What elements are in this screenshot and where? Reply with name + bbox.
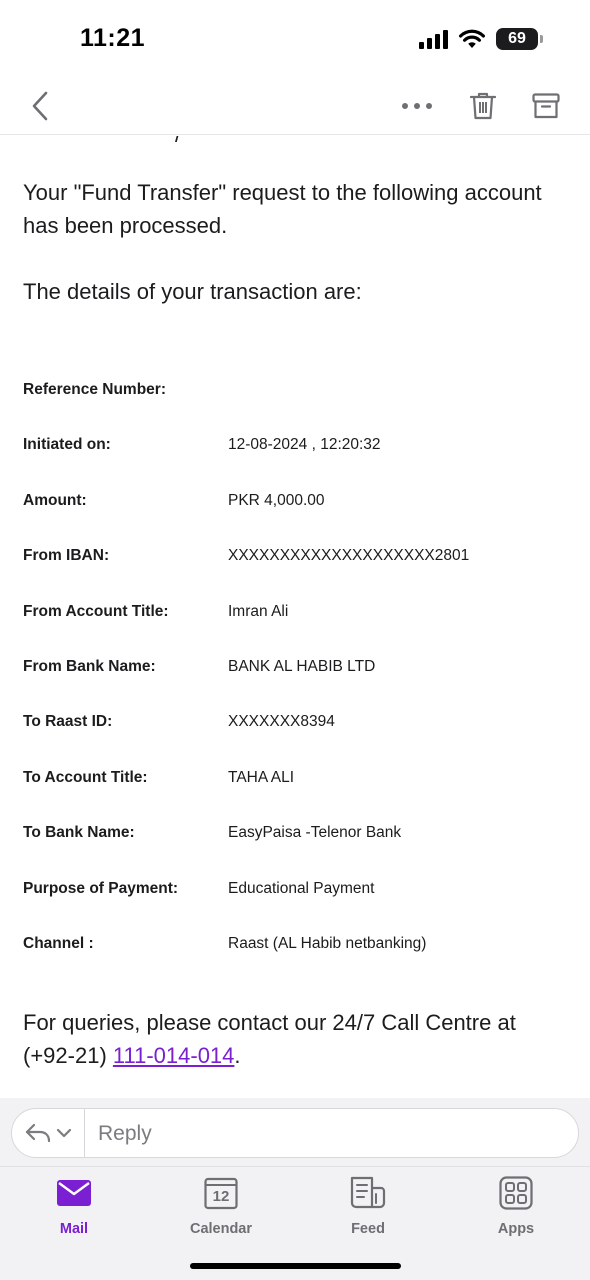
row-label: To Bank Name: (23, 824, 135, 841)
more-icon (402, 103, 432, 109)
archive-icon (532, 93, 560, 119)
row-label: To Account Title: (23, 769, 148, 786)
reply-arrow-icon (25, 1123, 51, 1143)
tab-mail[interactable]: Mail (19, 1175, 129, 1237)
tab-label-calendar: Calendar (189, 1221, 253, 1237)
chevron-down-icon (56, 1128, 72, 1138)
home-indicator[interactable] (190, 1263, 401, 1269)
row-value: Imran Ali (228, 603, 289, 620)
tab-label-mail: Mail (59, 1221, 89, 1237)
reply-placeholder: Reply (98, 1122, 152, 1145)
intro-paragraph: Your "Fund Transfer" request to the foll… (23, 180, 542, 238)
calendar-day: 12 (212, 1188, 230, 1205)
chevron-left-icon (32, 91, 48, 121)
apps-icon (496, 1175, 536, 1211)
email-toolbar (0, 80, 590, 135)
details-heading: The details of your transaction are: (23, 279, 362, 304)
status-time: 11:21 (80, 24, 146, 52)
tab-calendar[interactable]: 12 Calendar (166, 1175, 276, 1237)
reply-bar: Reply (0, 1098, 590, 1166)
reply-field[interactable]: Reply (11, 1108, 579, 1158)
tab-label-apps: Apps (497, 1221, 535, 1237)
status-icons: 69 (419, 28, 543, 50)
partial-text-line: / (175, 136, 181, 148)
more-button[interactable] (397, 86, 437, 126)
archive-button[interactable] (526, 86, 566, 126)
row-label: Reference Number: (23, 381, 166, 398)
row-label: Channel : (23, 935, 94, 952)
row-value: EasyPaisa -Telenor Bank (228, 824, 402, 841)
back-button[interactable] (20, 86, 60, 126)
row-label: Initiated on: (23, 436, 111, 453)
queries-end: . (234, 1043, 241, 1068)
email-body: / Your "Fund Transfer" request to the fo… (0, 136, 590, 1098)
row-value: Educational Payment (228, 880, 375, 897)
tab-apps[interactable]: Apps (461, 1175, 571, 1237)
row-value: 12-08-2024 , 12:20:32 (228, 436, 381, 453)
mail-icon (54, 1175, 94, 1211)
queries-paragraph: For queries, please contact our 24/7 Cal… (23, 1006, 563, 1072)
trash-icon (470, 92, 496, 120)
row-label: Purpose of Payment: (23, 880, 179, 897)
wifi-icon (459, 29, 485, 48)
battery-icon: 69 (496, 28, 543, 50)
row-value: BANK AL HABIB LTD (228, 658, 376, 675)
tab-feed[interactable]: Feed (313, 1175, 423, 1237)
row-value: XXXXXXX8394 (228, 713, 335, 730)
queries-text: For queries, please contact our 24/7 Cal… (23, 1010, 516, 1068)
status-bar: 11:21 69 (0, 0, 590, 80)
tab-label-feed: Feed (351, 1221, 385, 1237)
feed-icon (348, 1175, 388, 1211)
row-label: Amount: (23, 492, 87, 509)
battery-level: 69 (508, 30, 526, 47)
row-label: To Raast ID: (23, 713, 113, 730)
tab-bar: Mail 12 Calendar Feed Apps (0, 1166, 590, 1280)
cellular-signal-icon (419, 29, 448, 49)
phone-link[interactable]: 111-014-014 (113, 1043, 235, 1068)
row-label: From IBAN: (23, 547, 110, 564)
delete-button[interactable] (463, 86, 503, 126)
row-label: From Account Title: (23, 603, 169, 620)
row-value: PKR 4,000.00 (228, 492, 325, 509)
row-value: TAHA ALI (228, 769, 295, 786)
row-label: From Bank Name: (23, 658, 156, 675)
reply-options-button[interactable] (12, 1109, 85, 1157)
row-value: Raast (AL Habib netbanking) (228, 935, 427, 952)
row-value: XXXXXXXXXXXXXXXXXXXX2801 (228, 547, 470, 564)
calendar-icon: 12 (201, 1175, 241, 1211)
